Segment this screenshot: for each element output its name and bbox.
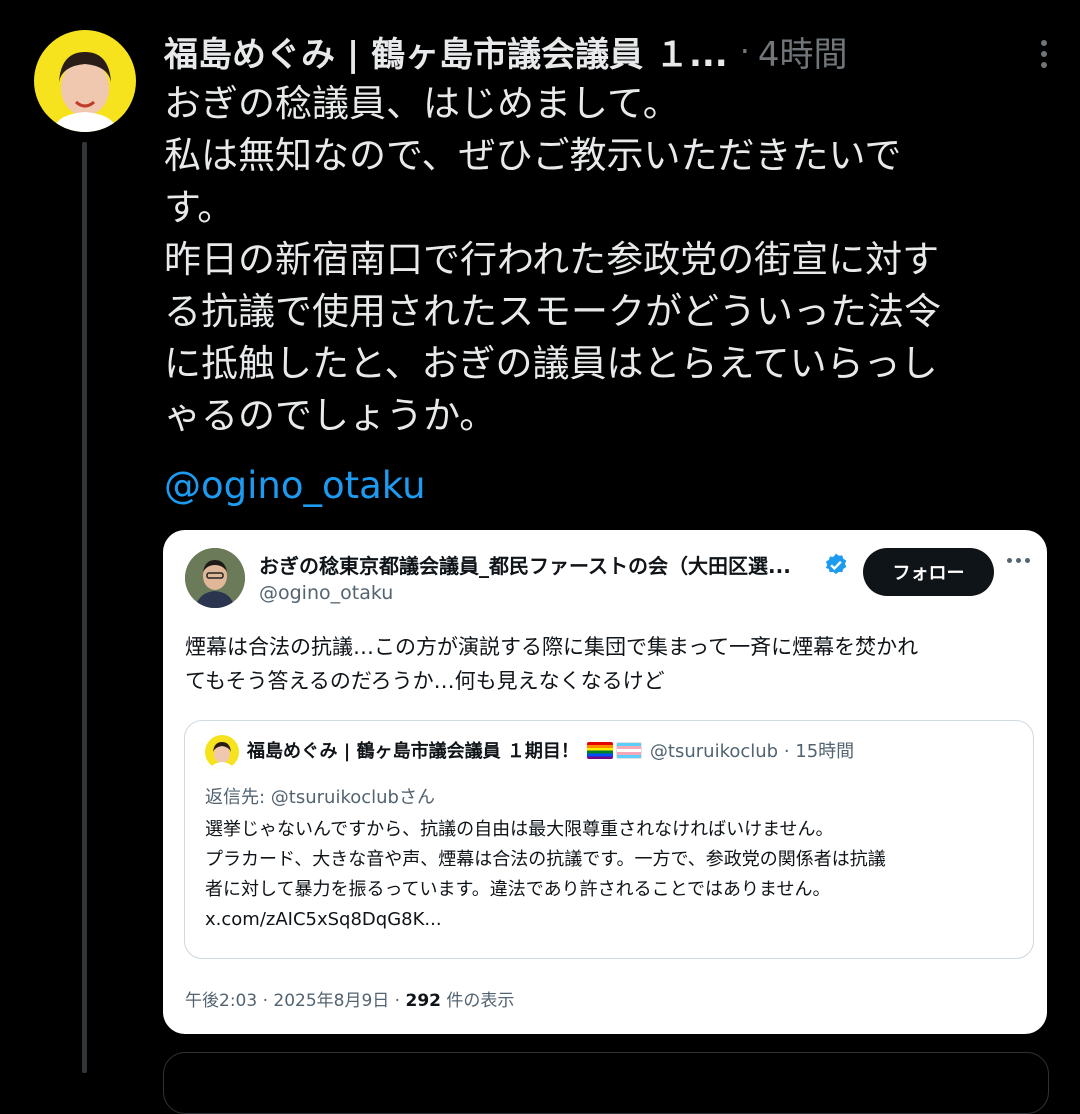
reply-to-label: 返信先: @tsuruikoclubさん xyxy=(205,787,435,808)
quoted-tweet[interactable]: 福島めぐみ | 鶴ヶ島市議会議員 １期目！ @tsuruikoclub · 15… xyxy=(184,720,1034,959)
quoted-handle-time[interactable]: @tsuruikoclub · 15時間 xyxy=(650,737,854,763)
verified-badge-icon xyxy=(825,553,847,574)
embedded-more-icon[interactable] xyxy=(1007,558,1030,563)
embedded-tweet-card[interactable]: おぎの稔東京都議会議員_都民ファーストの会（大田区選... @ogino_ota… xyxy=(163,530,1047,1034)
rainbow-flag-icon xyxy=(586,741,613,759)
tweet-text-line: す。 xyxy=(164,186,235,229)
next-card-edge xyxy=(163,1052,1049,1114)
tweet-text-line: ゃるのでしょうか。 xyxy=(164,394,497,437)
view-count: 292 xyxy=(405,991,442,1011)
tweet-text-line: る抗議で使用されたスモークがどういった法令 xyxy=(164,290,941,333)
quoted-text-line: 選挙じゃないんですから、抗議の自由は最大限尊重されなければいけません。 xyxy=(205,819,834,840)
thread-line xyxy=(82,142,87,1073)
tweet-header: 福島めぐみ | 鶴ヶ島市議会議員 １... · 4時間 xyxy=(164,26,1064,76)
separator-dot: · xyxy=(739,32,750,70)
embedded-meta: 午後2:03 · 2025年8月9日 · 292 件の表示 xyxy=(185,986,514,1011)
more-icon[interactable] xyxy=(1024,34,1064,74)
view-label: 件の表示 xyxy=(441,991,515,1011)
quoted-link[interactable]: x.com/zAIC5xSq8DqG8K... xyxy=(205,905,1025,935)
embedded-author-name[interactable]: おぎの稔東京都議会議員_都民ファーストの会（大田区選... xyxy=(259,550,791,579)
tweet-time[interactable]: 4時間 xyxy=(758,27,848,76)
author-avatar[interactable] xyxy=(34,30,136,132)
follow-button[interactable]: フォロー xyxy=(863,548,994,596)
quoted-text-line: プラカード、大きな音や声、煙幕は合法の抗議です。一方で、参政党の関係者は抗議 xyxy=(205,849,886,870)
quoted-author-avatar[interactable] xyxy=(205,735,239,769)
tweet-text: おぎの稔議員、はじめまして。 私は無知なので、ぜひご教示いただきたいで す。 昨… xyxy=(164,78,1064,442)
quoted-text-line: 者に対して暴力を振るっています。違法であり許されることではありません。 xyxy=(205,879,831,900)
author-name[interactable]: 福島めぐみ | 鶴ヶ島市議会議員 １... xyxy=(164,27,728,76)
quoted-author-name[interactable]: 福島めぐみ | 鶴ヶ島市議会議員 １期目！ xyxy=(247,737,579,763)
quoted-header: 福島めぐみ | 鶴ヶ島市議会議員 １期目！ @tsuruikoclub · 15… xyxy=(247,737,854,763)
embedded-text-line: てもそう答えるのだろうか…何も見えなくなるけど xyxy=(185,669,665,693)
trans-flag-icon xyxy=(615,741,642,759)
mention-link[interactable]: @ogino_otaku xyxy=(164,464,426,507)
embedded-text-line: 煙幕は合法の抗議…この方が演説する際に集団で集まって一斉に煙幕を焚かれ xyxy=(185,635,919,659)
tweet-text-line: おぎの稔議員、はじめまして。 xyxy=(164,82,680,125)
tweet-text-line: に抵触したと、おぎの議員はとらえていらっし xyxy=(164,342,938,385)
embedded-timestamp[interactable]: 午後2:03 · 2025年8月9日 · xyxy=(185,991,406,1011)
quoted-text: 選挙じゃないんですから、抗議の自由は最大限尊重されなければいけません。 プラカー… xyxy=(205,815,1025,935)
embedded-author-avatar[interactable] xyxy=(185,548,245,608)
embedded-author-handle[interactable]: @ogino_otaku xyxy=(259,582,393,604)
tweet-text-line: 私は無知なので、ぜひご教示いただきたいで xyxy=(164,134,902,177)
embedded-tweet-text: 煙幕は合法の抗議…この方が演説する際に集団で集まって一斉に煙幕を焚かれ てもそう… xyxy=(185,630,1035,698)
tweet-text-line: 昨日の新宿南口で行われた参政党の街宣に対す xyxy=(164,238,940,281)
